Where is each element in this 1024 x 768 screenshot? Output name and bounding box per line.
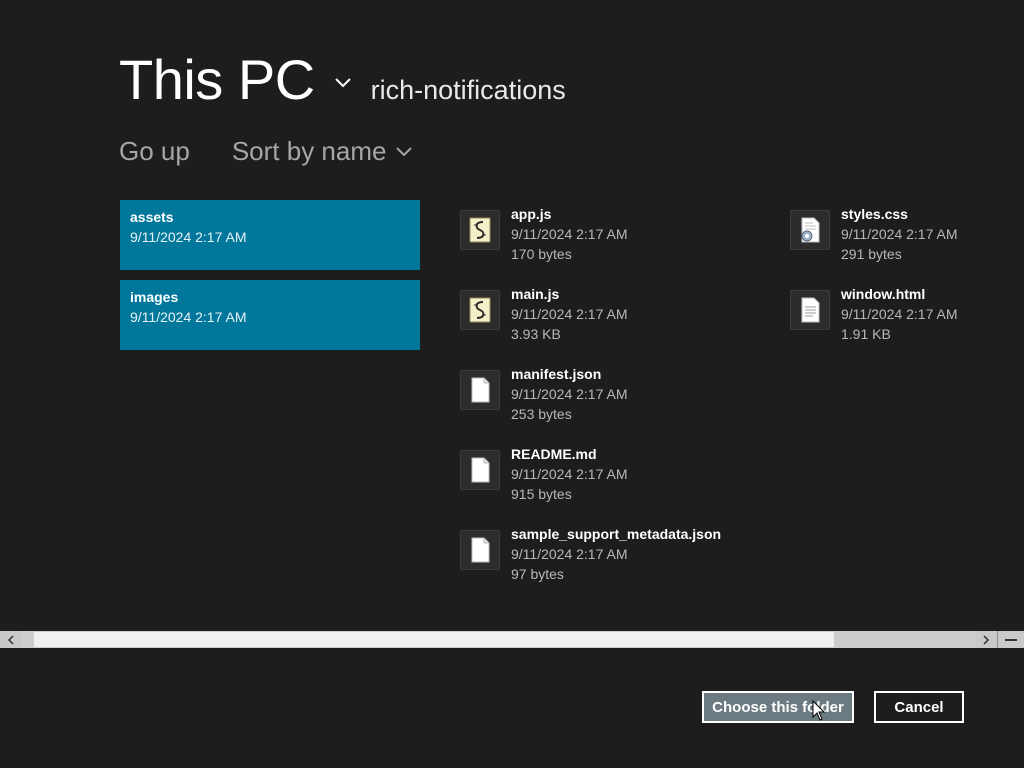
scroll-right-button[interactable] [975, 631, 997, 648]
file-date: 9/11/2024 2:17 AM [511, 306, 628, 322]
location-selector[interactable]: This PC [119, 48, 315, 112]
file-date: 9/11/2024 2:17 AM [841, 226, 958, 242]
folder-name: images [130, 289, 179, 305]
folder-date: 9/11/2024 2:17 AM [130, 229, 247, 245]
horizontal-scrollbar[interactable] [0, 631, 1024, 648]
blank-file-icon [460, 370, 500, 410]
blank-file-icon [460, 450, 500, 490]
scroll-thumb[interactable] [34, 632, 834, 647]
file-item-manifest-json[interactable]: manifest.json 9/11/2024 2:17 AM 253 byte… [460, 360, 628, 430]
chevron-down-icon[interactable] [333, 73, 353, 93]
file-date: 9/11/2024 2:17 AM [511, 386, 628, 402]
chevron-left-icon [7, 634, 14, 645]
sort-dropdown[interactable]: Sort by name [232, 134, 415, 168]
file-name: styles.css [841, 206, 908, 222]
file-size: 170 bytes [511, 246, 572, 262]
script-file-icon [460, 210, 500, 250]
file-size: 291 bytes [841, 246, 902, 262]
file-date: 9/11/2024 2:17 AM [841, 306, 958, 322]
command-bar: Go up Sort by name [119, 134, 414, 168]
chevron-down-icon [394, 136, 414, 157]
text-file-icon [790, 290, 830, 330]
file-size: 3.93 KB [511, 326, 561, 342]
file-size: 253 bytes [511, 406, 572, 422]
file-item-app-js[interactable]: app.js 9/11/2024 2:17 AM 170 bytes [460, 200, 628, 270]
file-name: app.js [511, 206, 552, 222]
mouse-cursor-icon [812, 700, 826, 721]
cancel-button[interactable]: Cancel [874, 691, 964, 723]
file-item-styles-css[interactable]: styles.css 9/11/2024 2:17 AM 291 bytes [790, 200, 958, 270]
script-file-icon [460, 290, 500, 330]
file-date: 9/11/2024 2:17 AM [511, 226, 628, 242]
picker-header: This PC rich-notifications [119, 48, 566, 112]
file-name: main.js [511, 286, 560, 302]
folder-date: 9/11/2024 2:17 AM [130, 309, 247, 325]
minus-icon [1005, 638, 1017, 641]
file-item-sample-support-metadata-json[interactable]: sample_support_metadata.json 9/11/2024 2… [460, 520, 721, 590]
settings-file-icon [790, 210, 830, 250]
folder-tile-assets[interactable]: assets 9/11/2024 2:17 AM [120, 200, 420, 270]
current-folder-name: rich-notifications [370, 75, 566, 105]
file-name: window.html [841, 286, 926, 302]
scroll-left-button[interactable] [0, 631, 22, 648]
file-date: 9/11/2024 2:17 AM [511, 466, 628, 482]
zoom-out-button[interactable] [997, 631, 1024, 648]
file-size: 1.91 KB [841, 326, 891, 342]
file-name: README.md [511, 446, 597, 462]
file-name: sample_support_metadata.json [511, 526, 722, 542]
file-item-main-js[interactable]: main.js 9/11/2024 2:17 AM 3.93 KB [460, 280, 628, 350]
blank-file-icon [460, 530, 500, 570]
file-size: 97 bytes [511, 566, 564, 582]
file-item-window-html[interactable]: window.html 9/11/2024 2:17 AM 1.91 KB [790, 280, 958, 350]
scroll-track[interactable] [22, 631, 997, 648]
file-name: manifest.json [511, 366, 602, 382]
folder-name: assets [130, 209, 174, 225]
folder-picker: This PC rich-notifications Go up Sort by… [0, 0, 1024, 768]
file-item-readme-md[interactable]: README.md 9/11/2024 2:17 AM 915 bytes [460, 440, 628, 510]
file-size: 915 bytes [511, 486, 572, 502]
chevron-right-icon [983, 634, 990, 645]
sort-label: Sort by name [231, 136, 387, 166]
file-date: 9/11/2024 2:17 AM [511, 546, 628, 562]
go-up-button[interactable]: Go up [119, 134, 190, 168]
choose-folder-button[interactable]: Choose this folder [702, 691, 854, 723]
folder-tile-images[interactable]: images 9/11/2024 2:17 AM [120, 280, 420, 350]
